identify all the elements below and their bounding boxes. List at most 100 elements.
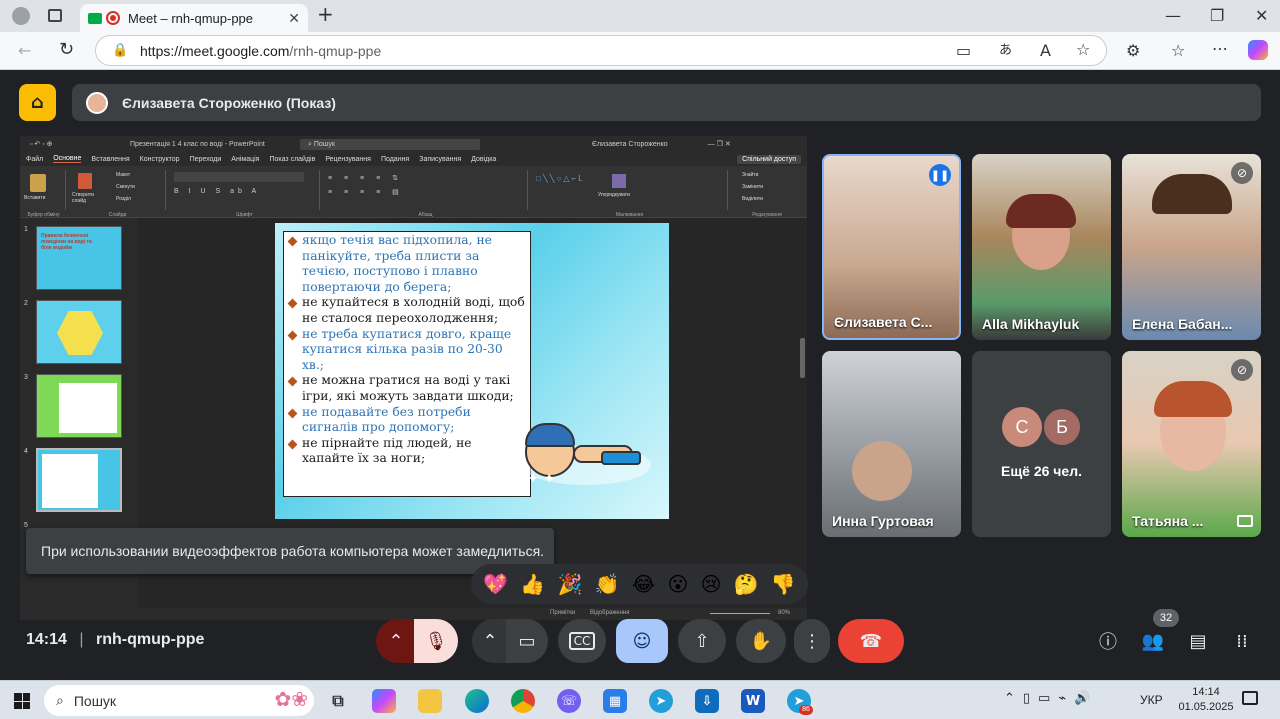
ribbon-layout[interactable]: Макет xyxy=(116,172,130,178)
activities-button[interactable]: ⁞⁞ xyxy=(1228,619,1256,663)
ppt-menu-item[interactable]: Довідка xyxy=(471,156,496,163)
task-view-icon[interactable]: ⧉ xyxy=(326,689,350,713)
ribbon-arrange[interactable]: Упорядкувати xyxy=(598,192,630,198)
ppt-menu-item[interactable]: Переходи xyxy=(190,156,222,163)
downloads-icon[interactable]: ⇩ xyxy=(695,689,719,713)
ribbon-label-paste[interactable]: Вставити xyxy=(24,195,45,201)
telegram-badge: 86 xyxy=(799,705,813,715)
word-icon[interactable]: W xyxy=(741,689,765,713)
extensions-icon[interactable]: ⚙ xyxy=(1126,43,1140,59)
copilot-icon[interactable] xyxy=(1248,40,1268,60)
profile-icon[interactable] xyxy=(12,7,30,25)
ppt-search[interactable]: ⌕ Пошук xyxy=(300,138,480,150)
minimize-icon[interactable]: — xyxy=(1165,8,1181,24)
ribbon-reset[interactable]: Скинути xyxy=(116,184,135,190)
close-tab-icon[interactable]: ✕ xyxy=(288,10,300,27)
camera-toggle-button[interactable]: ▭ xyxy=(506,619,548,663)
back-icon[interactable]: ← xyxy=(18,43,31,59)
ppt-window-controls[interactable]: — ❐ ✕ xyxy=(708,140,731,148)
start-button[interactable] xyxy=(14,693,30,709)
chrome-icon[interactable] xyxy=(511,689,535,713)
language-indicator[interactable]: УКР xyxy=(1140,693,1163,707)
mic-toggle-button[interactable]: 🎙 xyxy=(414,619,458,663)
reaction-button[interactable]: 🤔 xyxy=(734,572,759,596)
ribbon-replace[interactable]: Замінити xyxy=(742,184,763,190)
translate-icon[interactable]: あ xyxy=(999,43,1012,59)
ppt-share-button[interactable]: Спільний доступ xyxy=(737,154,801,164)
ppt-menu-item[interactable]: Анімація xyxy=(231,156,259,163)
pip-icon[interactable] xyxy=(1237,515,1253,527)
favorite-star-icon[interactable]: ☆ xyxy=(1076,42,1090,58)
canvas-scrollbar[interactable] xyxy=(800,338,805,378)
tab-actions-icon[interactable] xyxy=(48,9,62,22)
ribbon-new-slide[interactable]: Створити слайд xyxy=(72,192,106,204)
ppt-menu-item[interactable]: Основне xyxy=(53,155,82,163)
raise-hand-button[interactable]: ✋ xyxy=(736,619,786,663)
slide-thumb-3[interactable] xyxy=(36,374,122,438)
ribbon-section[interactable]: Розділ xyxy=(116,196,131,202)
read-aloud-icon[interactable]: A xyxy=(1040,43,1051,59)
meeting-info-button[interactable]: ⓘ xyxy=(1094,619,1122,663)
audio-options-button[interactable]: ⌃ xyxy=(376,619,416,663)
taskbar-search[interactable]: ⌕ Пошук ✿❀ xyxy=(44,685,314,716)
site-info-icon[interactable]: 🔒 xyxy=(112,43,128,59)
notifications-icon[interactable] xyxy=(1242,691,1258,705)
emoji-reactions-button[interactable]: ☺ xyxy=(616,619,668,663)
slide-thumb-4[interactable] xyxy=(36,448,122,512)
reaction-button[interactable]: 👎 xyxy=(771,572,796,596)
chat-button[interactable]: ▤ xyxy=(1184,619,1212,663)
ppt-menu-item[interactable]: Файл xyxy=(26,156,43,163)
ppt-menu-item[interactable]: Показ слайдів xyxy=(269,156,315,163)
reload-icon[interactable]: ↻ xyxy=(59,41,74,59)
reaction-button[interactable]: 💖 xyxy=(483,572,508,596)
url-input[interactable]: 🔒 https://meet.google.com/rnh-qmup-ppe ▭… xyxy=(95,35,1107,66)
ppt-menu-item[interactable]: Записування xyxy=(419,156,461,163)
zoom-slider[interactable] xyxy=(710,613,770,614)
reaction-button[interactable]: 👍 xyxy=(520,572,545,596)
participant-tile-6[interactable]: ⊘ Татьяна ... xyxy=(1122,351,1261,537)
store-icon[interactable]: ▦ xyxy=(603,689,627,713)
captions-button[interactable]: CC xyxy=(558,619,606,663)
presentation-banner: Єлизавета Стороженко (Показ) xyxy=(72,84,1261,121)
reaction-button[interactable]: 😮 xyxy=(667,572,688,596)
participant-tile-more[interactable]: С Б Ещё 26 чел. xyxy=(972,351,1111,537)
close-window-icon[interactable]: ✕ xyxy=(1255,8,1268,24)
camera-permission-icon[interactable]: ▭ xyxy=(956,43,971,59)
viber-icon[interactable]: ☏ xyxy=(557,689,581,713)
taskbar-clock[interactable]: 14:14 01.05.2025 xyxy=(1176,685,1236,715)
reaction-button[interactable]: 👏 xyxy=(595,572,620,596)
more-menu-icon[interactable]: ⋯ xyxy=(1212,41,1228,57)
edge-icon[interactable] xyxy=(465,689,489,713)
status-views[interactable]: Відображення xyxy=(590,610,630,616)
present-screen-button[interactable]: ⇧ xyxy=(678,619,726,663)
participant-tile-3[interactable]: ⊘ Елена Бабан... xyxy=(1122,154,1261,340)
reaction-button[interactable]: 😂 xyxy=(632,572,655,596)
maximize-icon[interactable]: ❐ xyxy=(1210,8,1224,24)
telegram-icon[interactable]: ➤ xyxy=(649,689,673,713)
ppt-menu-item[interactable]: Вставлення xyxy=(91,156,129,163)
participant-tile-2[interactable]: Alla Mikhayluk xyxy=(972,154,1111,340)
ribbon-select[interactable]: Виділити xyxy=(742,196,763,202)
ppt-menu-item[interactable]: Подання xyxy=(381,156,409,163)
tab-meet[interactable]: Meet – rnh-qmup-ppe ✕ xyxy=(80,4,308,32)
tray-icons[interactable]: ⌃▯▭⌁🔊 xyxy=(1004,691,1098,706)
slide-thumb-2[interactable] xyxy=(36,300,122,364)
copilot-taskbar-icon[interactable] xyxy=(372,689,396,713)
captions-icon: CC xyxy=(568,632,596,650)
reaction-button[interactable]: 🎉 xyxy=(557,572,582,596)
end-call-button[interactable]: ☎ xyxy=(838,619,904,663)
participant-tile-1[interactable]: ❚❚ Єлизавета С... xyxy=(822,154,961,340)
more-options-button[interactable]: ⋮ xyxy=(794,619,830,663)
reaction-button[interactable]: 😢 xyxy=(701,572,722,596)
ppt-menu-item[interactable]: Конструктор xyxy=(140,156,180,163)
status-notes[interactable]: Примітки xyxy=(550,610,575,616)
favorites-icon[interactable]: ☆ xyxy=(1171,43,1185,59)
file-explorer-icon[interactable] xyxy=(418,689,442,713)
slide-text-box[interactable]: якщо течія вас підхопила, не панікуйте, … xyxy=(283,231,531,497)
slide-thumb-1[interactable]: Правила безпечної поведінки на воді та б… xyxy=(36,226,122,290)
participant-tile-4[interactable]: Инна Гуртовая xyxy=(822,351,961,537)
new-tab-icon[interactable]: + xyxy=(317,4,334,24)
ppt-menu-item[interactable]: Рецензування xyxy=(325,156,371,163)
video-options-button[interactable]: ⌃ xyxy=(472,619,508,663)
ribbon-find[interactable]: Знайти xyxy=(742,172,758,178)
